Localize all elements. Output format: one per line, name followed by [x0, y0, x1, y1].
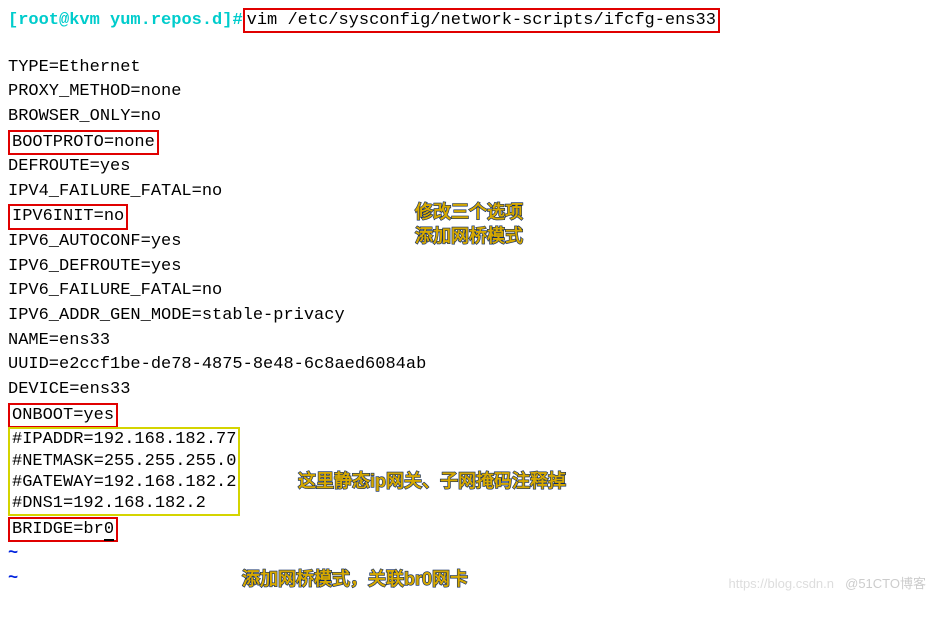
- highlight-bootproto-red-box: BOOTPROTO=none: [8, 130, 159, 155]
- config-line[interactable]: IPV6_DEFROUTE=yes: [8, 255, 926, 280]
- config-line-commented[interactable]: #IPADDR=192.168.182.77: [12, 429, 236, 450]
- config-line-commented[interactable]: #GATEWAY=192.168.182.2: [12, 472, 236, 493]
- config-line-bridge[interactable]: BRIDGE=br0: [8, 517, 926, 543]
- highlight-ipv6init-red-box: IPV6INIT=no: [8, 204, 128, 229]
- config-line[interactable]: NAME=ens33: [8, 329, 926, 354]
- highlight-bridge-red-box: BRIDGE=br0: [8, 517, 118, 542]
- config-line[interactable]: DEVICE=ens33: [8, 378, 926, 403]
- config-line[interactable]: BROWSER_ONLY=no: [8, 105, 926, 130]
- config-line-commented[interactable]: #NETMASK=255.255.255.0: [12, 451, 236, 472]
- config-line[interactable]: UUID=e2ccf1be-de78-4875-8e48-6c8aed6084a…: [8, 353, 926, 378]
- vim-empty-line-tilde: ~: [8, 542, 926, 567]
- command-text[interactable]: vim /etc/sysconfig/network-scripts/ifcfg…: [247, 11, 716, 30]
- config-line-bootproto[interactable]: BOOTPROTO=none: [8, 130, 926, 156]
- terminal-prompt-line: [root@kvm yum.repos.d]# vim /etc/sysconfi…: [8, 8, 926, 34]
- config-line-onboot[interactable]: ONBOOT=yes: [8, 403, 926, 429]
- config-line[interactable]: PROXY_METHOD=none: [8, 80, 926, 105]
- annotation-comment-out: 这里静态ip网关、子网掩码注释掉: [298, 468, 566, 494]
- config-line[interactable]: DEFROUTE=yes: [8, 155, 926, 180]
- config-line-commented[interactable]: #DNS1=192.168.182.2: [12, 493, 236, 514]
- watermark-51cto: @51CTO博客: [845, 575, 926, 594]
- cursor-indicator: 0: [104, 520, 114, 541]
- prompt-hash: #: [232, 11, 242, 30]
- highlight-onboot-red-box: ONBOOT=yes: [8, 403, 118, 428]
- watermark-csdn: https://blog.csdn.n: [728, 575, 834, 594]
- config-line[interactable]: IPV6_ADDR_GEN_MODE=stable-privacy: [8, 304, 926, 329]
- config-line[interactable]: IPV6_FAILURE_FATAL=no: [8, 279, 926, 304]
- blank-line: [8, 34, 926, 56]
- prompt-user: [root@kvm: [8, 11, 110, 30]
- config-line[interactable]: TYPE=Ethernet: [8, 56, 926, 81]
- highlight-command-red-box: vim /etc/sysconfig/network-scripts/ifcfg…: [243, 8, 720, 33]
- annotation-modify-three: 修改三个选项 添加网桥模式: [415, 200, 523, 249]
- highlight-comments-yellow-box: #IPADDR=192.168.182.77 #NETMASK=255.255.…: [8, 427, 240, 516]
- annotation-bridge-mode: 添加网桥模式，关联br0网卡: [242, 566, 468, 592]
- prompt-path: yum.repos.d]: [110, 11, 232, 30]
